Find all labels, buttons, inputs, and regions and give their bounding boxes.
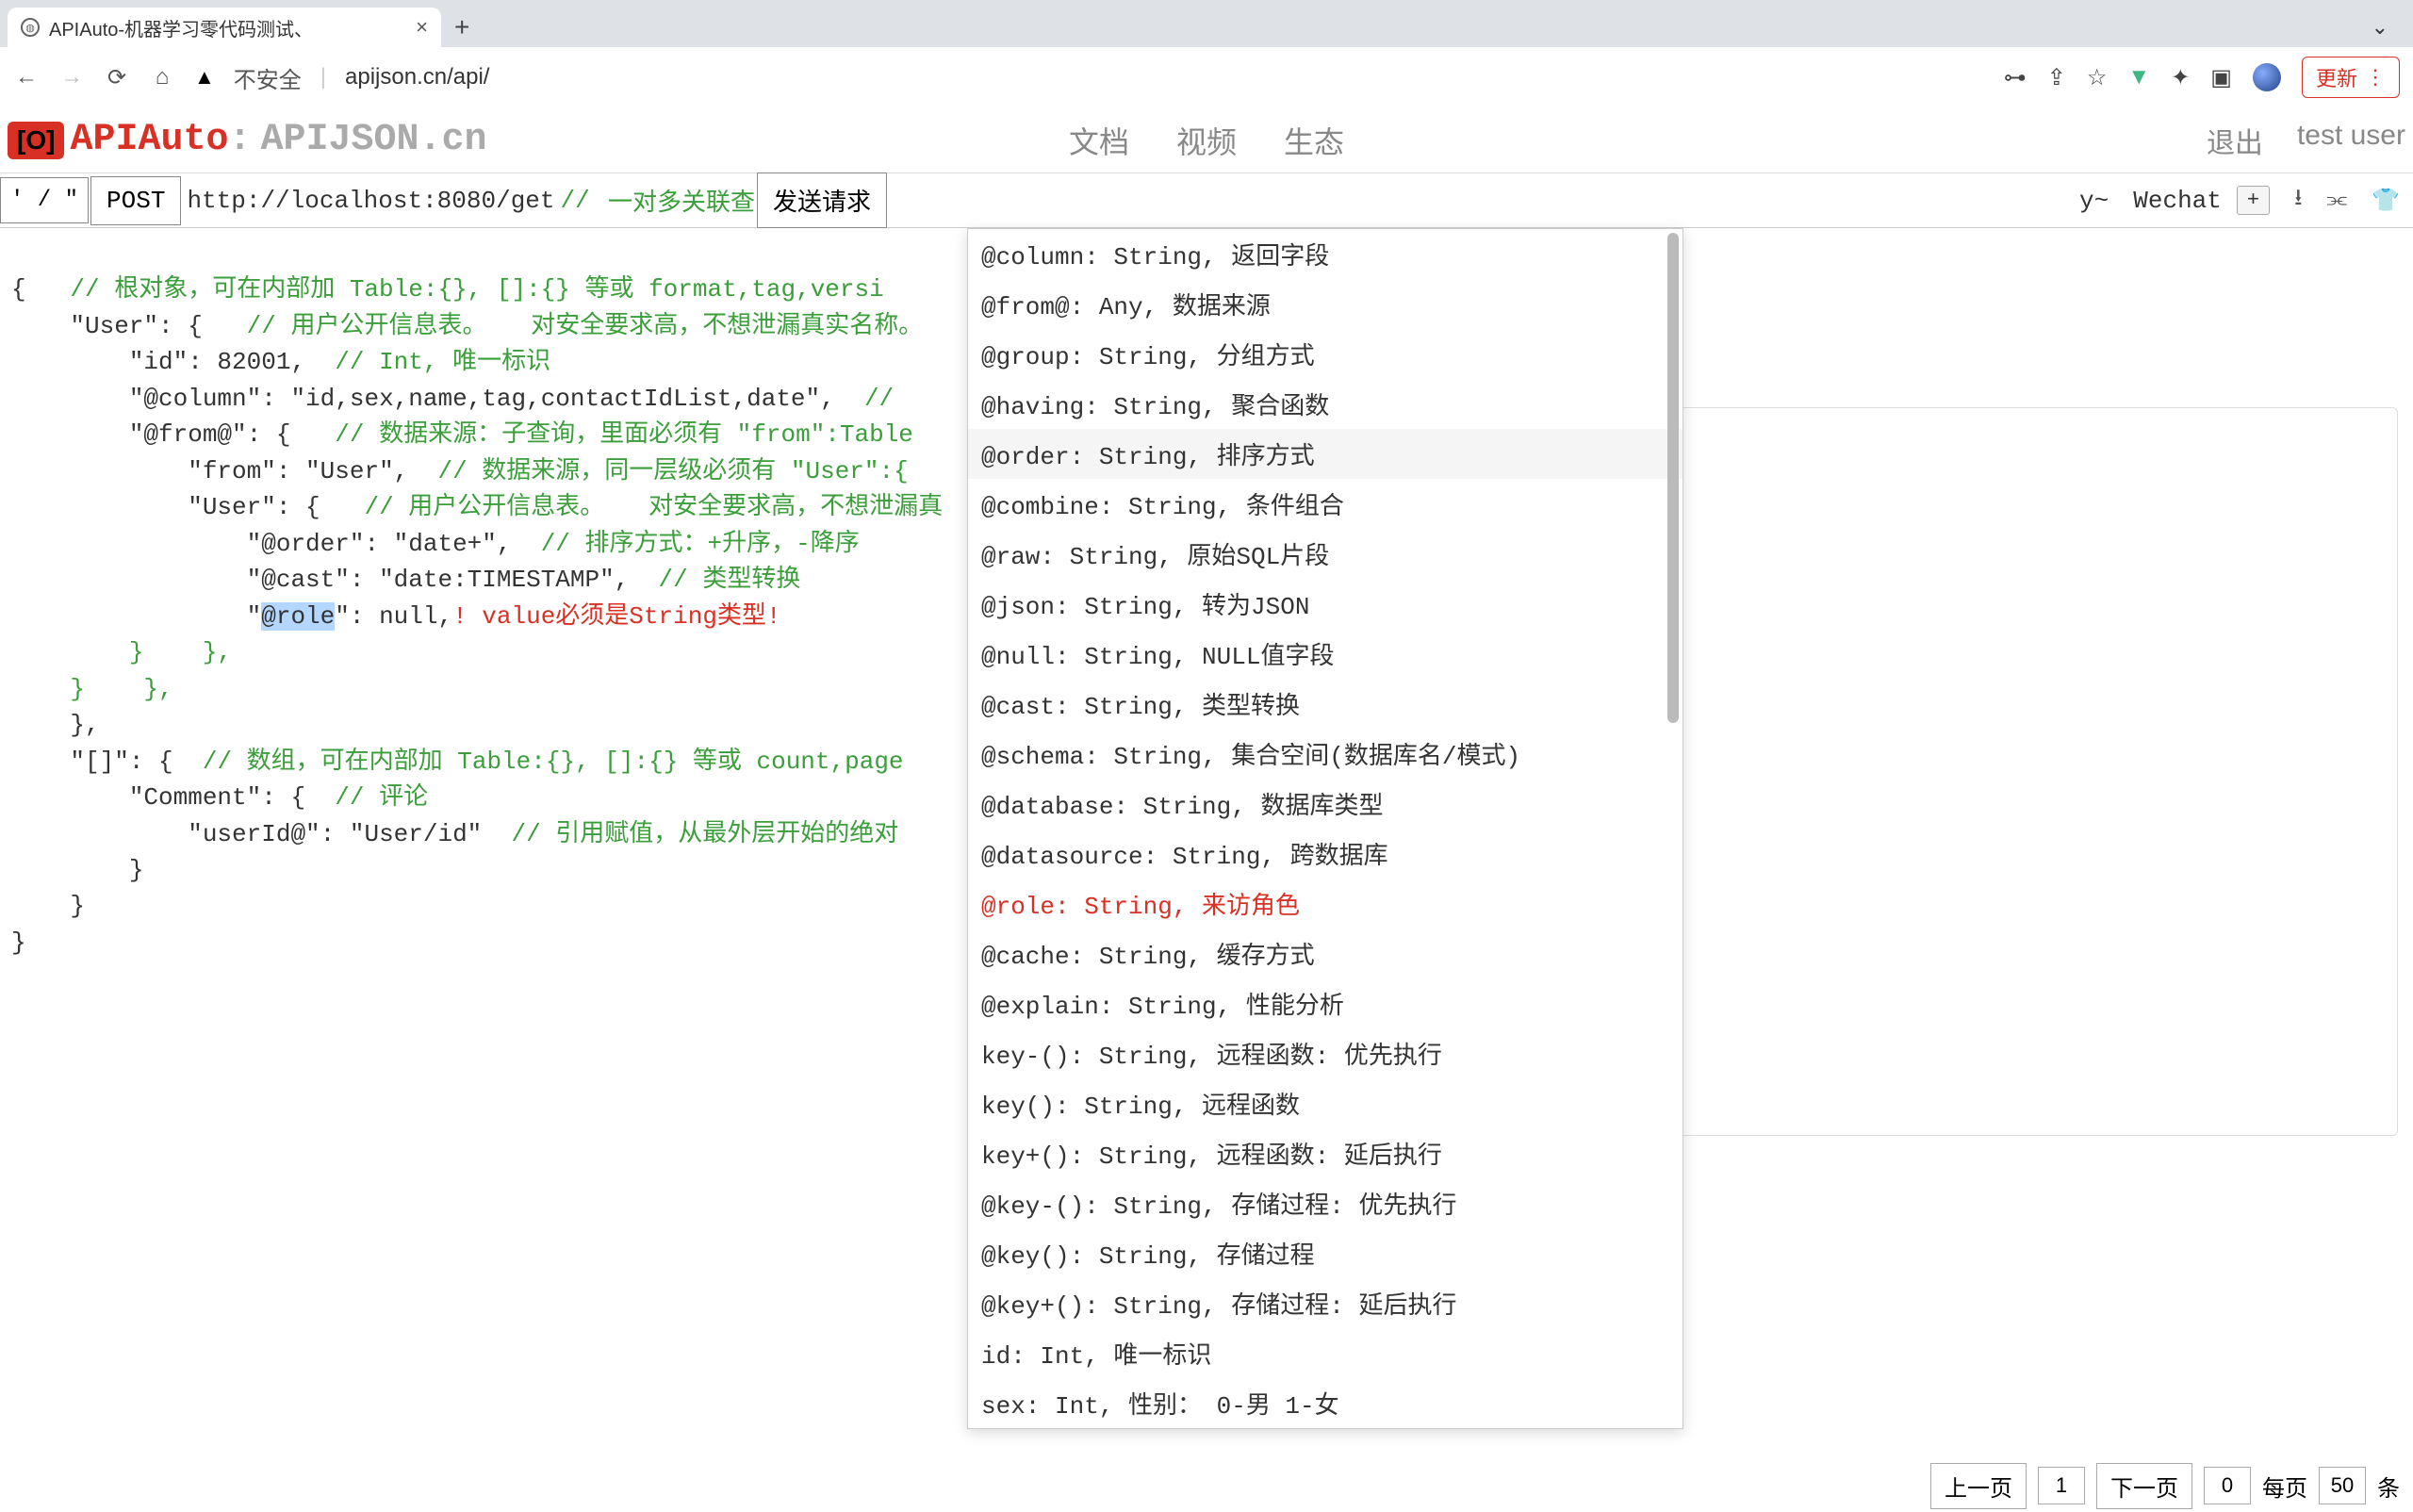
autocomplete-item[interactable]: @group: String, 分组方式 [968, 329, 1683, 379]
tabs-overflow-icon[interactable]: ⌄ [2372, 15, 2388, 40]
autocomplete-item[interactable]: sex: Int, 性别： 0-男 1-女 [968, 1378, 1683, 1428]
user-label[interactable]: test user [2297, 120, 2405, 161]
autocomplete-item[interactable]: @having: String, 聚合函数 [968, 379, 1683, 429]
extensions-icon[interactable]: ✦ [2171, 64, 2190, 91]
tshirt-icon[interactable]: 👕 [2372, 187, 2400, 215]
download-icon[interactable]: ⭳ [2294, 181, 2302, 220]
nav-video[interactable]: 视频 [1176, 119, 1237, 162]
autocomplete-item[interactable]: key(): String, 远程函数 [968, 1078, 1683, 1128]
autocomplete-item[interactable]: @order: String, 排序方式 [968, 429, 1683, 479]
autocomplete-item[interactable]: key+(): String, 远程函数: 延后执行 [968, 1128, 1683, 1178]
autocomplete-item[interactable]: @cache: String, 缓存方式 [968, 929, 1683, 978]
autocomplete-item[interactable]: @key-(): String, 存储过程: 优先执行 [968, 1178, 1683, 1228]
insecure-icon[interactable]: ▲ [194, 65, 215, 90]
key-icon[interactable]: ⊶ [2004, 64, 2027, 91]
autocomplete-item[interactable]: @null: String, NULL值字段 [968, 629, 1683, 679]
autocomplete-item[interactable]: @database: String, 数据库类型 [968, 779, 1683, 829]
prev-page-button[interactable]: 上一页 [1930, 1463, 2027, 1509]
bookmark-icon[interactable]: ☆ [2087, 64, 2108, 91]
autocomplete-item[interactable]: @raw: String, 原始SQL片段 [968, 529, 1683, 579]
session-tab-wechat[interactable]: Wechat [2124, 181, 2231, 221]
autocomplete-item[interactable]: @key(): String, 存储过程 [968, 1228, 1683, 1278]
address-url[interactable]: apijson.cn/api/ [345, 64, 1985, 90]
new-tab-button[interactable]: + [454, 12, 469, 42]
forward-button[interactable]: → [58, 64, 85, 90]
tab-close-icon[interactable]: × [416, 15, 428, 40]
insecure-label[interactable]: 不安全 [234, 61, 302, 94]
json-editor[interactable]: { // 根对象，可在内部加 Table:{}, []:{} 等或 format… [0, 228, 961, 1459]
send-request-button[interactable]: 发送请求 [757, 173, 887, 228]
sidepanel-icon[interactable]: ▣ [2210, 64, 2232, 91]
autocomplete-item[interactable]: @datasource: String, 跨数据库 [968, 829, 1683, 879]
per-page-input[interactable] [2319, 1467, 2366, 1504]
unit-label: 条 [2377, 1470, 2400, 1503]
home-button[interactable]: ⌂ [149, 64, 175, 90]
profile-avatar[interactable] [2253, 63, 2281, 91]
add-session-tab[interactable]: + [2237, 186, 2270, 215]
logout-link[interactable]: 退出 [2207, 120, 2263, 161]
app-brand-sub: APIJSON.cn [260, 119, 486, 161]
scrollbar-thumb[interactable] [1667, 233, 1679, 723]
request-desc: 一对多关联查 [608, 183, 755, 218]
app-brand: APIAuto [70, 119, 228, 161]
app-logo: [O] [8, 122, 64, 159]
brand-sep: : [228, 119, 251, 161]
per-page-label: 每页 [2262, 1470, 2307, 1503]
globe-icon: ◍ [21, 18, 40, 37]
share-link-icon[interactable]: ⫘ [2327, 188, 2348, 214]
nav-docs[interactable]: 文档 [1069, 119, 1129, 162]
autocomplete-item[interactable]: @role: String, 来访角色 [968, 879, 1683, 929]
request-bar: ' / " POST http://localhost:8080/get // … [0, 173, 2413, 228]
vue-devtools-icon[interactable]: ▼ [2127, 64, 2150, 90]
update-button[interactable]: 更新⋮ [2302, 57, 2400, 98]
reload-button[interactable]: ⟳ [104, 64, 130, 91]
autocomplete-item[interactable]: @explain: String, 性能分析 [968, 978, 1683, 1028]
next-page-button[interactable]: 下一页 [2096, 1463, 2192, 1509]
autocomplete-item[interactable]: @json: String, 转为JSON [968, 579, 1683, 629]
autocomplete-item[interactable]: @combine: String, 条件组合 [968, 479, 1683, 529]
autocomplete-item[interactable]: id: Int, 唯一标识 [968, 1328, 1683, 1378]
autocomplete-item[interactable]: @column: String, 返回字段 [968, 229, 1683, 279]
browser-toolbar: ← → ⟳ ⌂ ▲ 不安全 | apijson.cn/api/ ⊶ ⇪ ☆ ▼ … [0, 47, 2413, 107]
nav-eco[interactable]: 生态 [1284, 119, 1344, 162]
nav-center: 文档 视频 生态 [1069, 119, 1344, 162]
quote-toggle[interactable]: ' / " [0, 177, 89, 223]
validation-error: ! value必须是String类型! [452, 602, 780, 631]
autocomplete-item[interactable]: @schema: String, 集合空间(数据库名/模式) [968, 729, 1683, 779]
page-number-input[interactable] [2038, 1467, 2085, 1504]
app-header: [O] APIAuto : APIJSON.cn 文档 视频 生态 退出 tes… [0, 107, 2413, 173]
http-method-select[interactable]: POST [90, 176, 181, 225]
browser-tab[interactable]: ◍ APIAuto-机器学习零代码测试、 × [8, 8, 441, 47]
share-icon[interactable]: ⇪ [2047, 64, 2066, 91]
request-comment-prefix: // [561, 187, 590, 215]
autocomplete-item[interactable]: @key+(): String, 存储过程: 延后执行 [968, 1278, 1683, 1328]
highlighted-key: @role [261, 602, 335, 631]
autocomplete-item[interactable]: key-(): String, 远程函数: 优先执行 [968, 1028, 1683, 1078]
request-url-input[interactable]: http://localhost:8080/get [181, 187, 560, 215]
autocomplete-panel[interactable]: @column: String, 返回字段@from@: Any, 数据来源@g… [967, 228, 1683, 1429]
offset-input[interactable] [2204, 1467, 2251, 1504]
browser-tab-bar: ◍ APIAuto-机器学习零代码测试、 × + ⌄ [0, 0, 2413, 47]
autocomplete-item[interactable]: @from@: Any, 数据来源 [968, 279, 1683, 329]
autocomplete-item[interactable]: @cast: String, 类型转换 [968, 679, 1683, 729]
pagination-footer: 上一页 下一页 每页 条 [1917, 1459, 2413, 1512]
back-button[interactable]: ← [13, 64, 40, 90]
session-tab-prefix: y~ [2070, 181, 2118, 221]
tab-title: APIAuto-机器学习零代码测试、 [49, 14, 313, 41]
